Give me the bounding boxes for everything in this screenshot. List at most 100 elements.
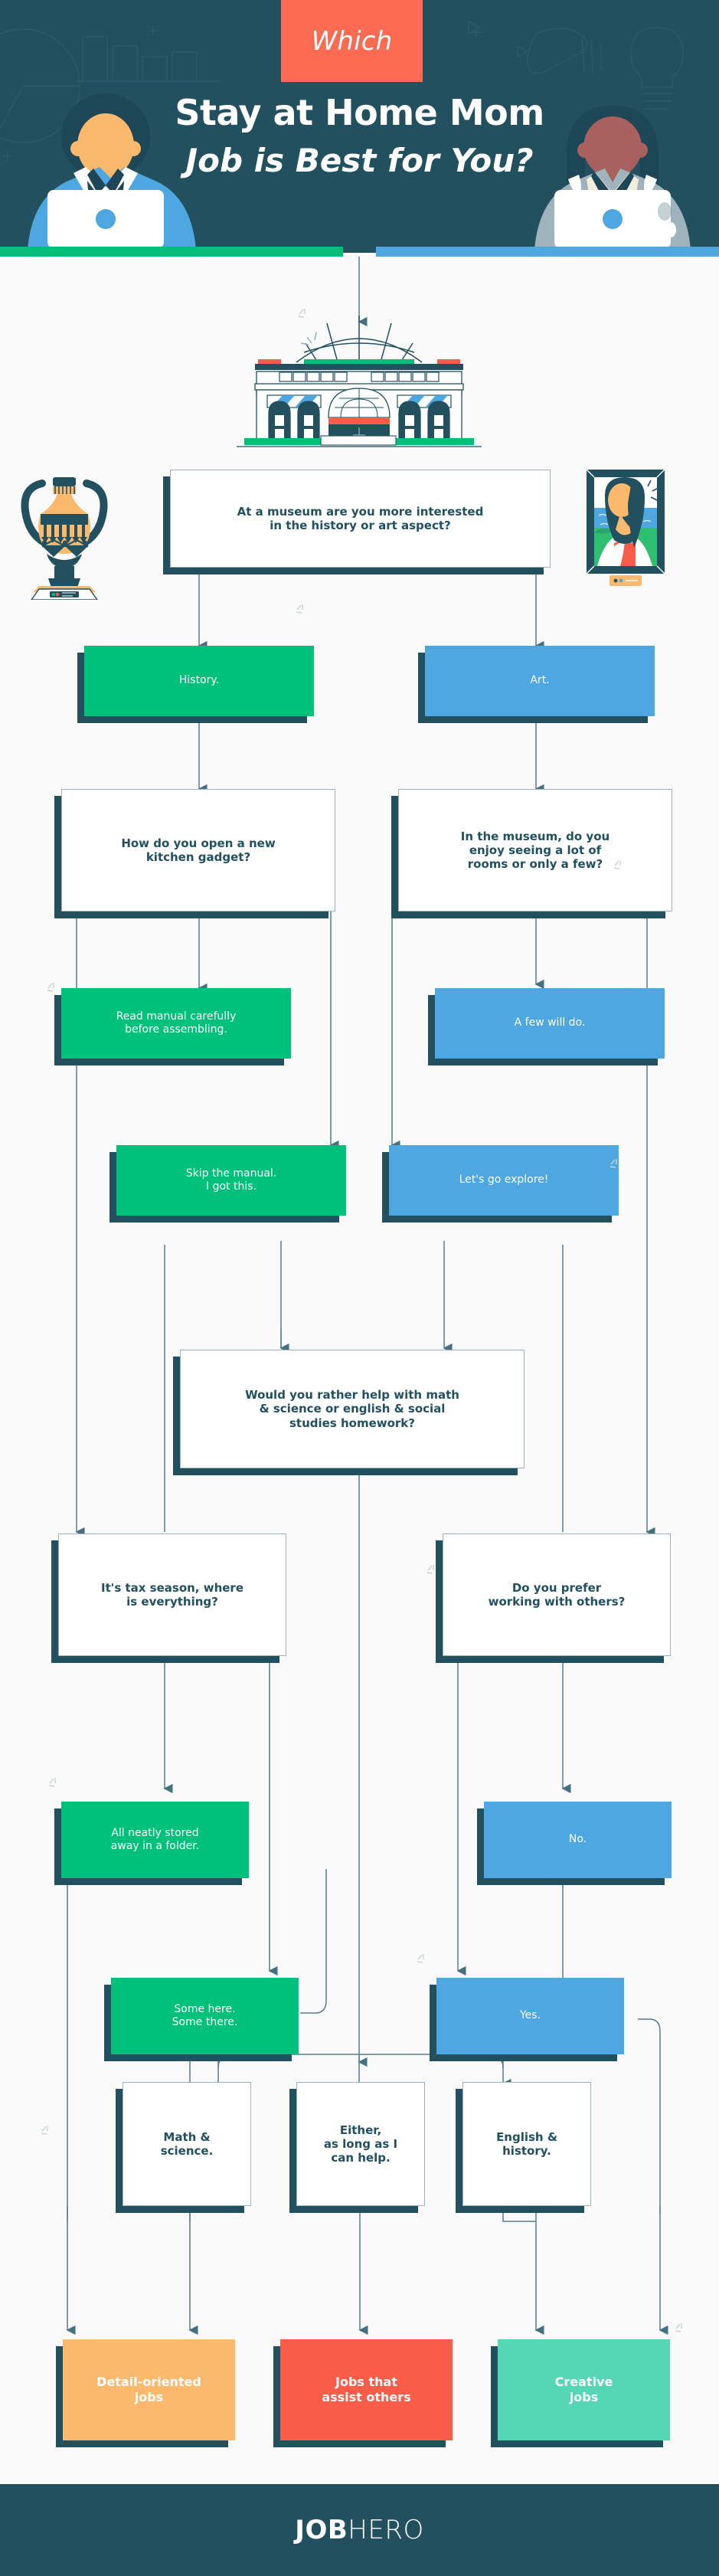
question-node-homework[interactable]: Would you rather help with math & scienc… bbox=[173, 1350, 525, 1475]
answer-node-art[interactable]: Art. bbox=[418, 646, 655, 723]
sparkle-icon bbox=[426, 1565, 434, 1574]
node-face: Some here. Some there. bbox=[111, 1978, 299, 2054]
logo-light-part: HERO bbox=[348, 2515, 424, 2545]
header-banner: Which Stay at Home Mom Job is Best for Y… bbox=[0, 0, 719, 253]
answer-node-skip-manual[interactable]: Skip the manual. I got this. bbox=[109, 1145, 346, 1223]
node-face: Yes. bbox=[436, 1978, 624, 2054]
result-node-creative-jobs[interactable]: Creative jobs bbox=[491, 2339, 670, 2447]
a2a-line-2: before assembling. bbox=[125, 1023, 227, 1036]
q6-line-1: Do you prefer bbox=[511, 1580, 602, 1595]
q7-line-2: science. bbox=[160, 2144, 214, 2158]
sparkle-icon bbox=[298, 309, 306, 318]
logo-bold-part: JOB bbox=[295, 2515, 348, 2545]
a5a-line-2: away in a folder. bbox=[110, 1840, 200, 1852]
sparkle-icon bbox=[675, 2323, 682, 2332]
question-node-tax-season[interactable]: It's tax season, where is everything? bbox=[51, 1533, 286, 1663]
answer-node-a-few-will-do[interactable]: A few will do. bbox=[428, 988, 665, 1065]
node-face: History. bbox=[84, 646, 314, 716]
a2a-line-1: Read manual carefully bbox=[116, 1010, 237, 1023]
node-face: In the museum, do you enjoy seeing a lot… bbox=[398, 789, 672, 912]
footer-bar: JOBHERO bbox=[0, 2484, 719, 2576]
q4-line-1: Would you rather help with math bbox=[245, 1388, 459, 1403]
question-node-kitchen-gadget[interactable]: How do you open a new kitchen gadget? bbox=[54, 789, 335, 918]
answer-node-lets-go-explore[interactable]: Let's go explore! bbox=[382, 1145, 619, 1223]
question-node-working-with-others[interactable]: Do you prefer working with others? bbox=[436, 1533, 671, 1663]
sparkle-icon bbox=[613, 860, 621, 869]
which-badge-label: Which bbox=[311, 25, 393, 57]
question-node-museum-rooms[interactable]: In the museum, do you enjoy seeing a lot… bbox=[391, 789, 672, 918]
node-face: Let's go explore! bbox=[389, 1145, 619, 1216]
infographic-page: Which Stay at Home Mom Job is Best for Y… bbox=[0, 0, 719, 2576]
museum-building-illustration bbox=[237, 316, 482, 447]
q8-line-1: Either, bbox=[339, 2123, 382, 2137]
node-face: No. bbox=[484, 1802, 672, 1878]
a2b-line-2: I got this. bbox=[206, 1180, 257, 1193]
node-face: At a museum are you more interested in t… bbox=[170, 470, 551, 568]
q2-line-2: kitchen gadget? bbox=[145, 850, 251, 864]
q3-line-1: In the museum, do you bbox=[460, 829, 610, 843]
q6-line-2: working with others? bbox=[488, 1595, 626, 1609]
q3-line-3: rooms or only a few? bbox=[467, 857, 603, 872]
a5b-line-2: Some there. bbox=[172, 2016, 238, 2028]
sparkle-icon bbox=[417, 1954, 424, 1963]
answer-node-math-science[interactable]: Math & science. bbox=[116, 2082, 251, 2213]
q9-line-2: history. bbox=[502, 2144, 551, 2158]
answer-node-english-history[interactable]: English & history. bbox=[456, 2082, 591, 2213]
q7-line-1: Math & bbox=[163, 2129, 211, 2144]
which-badge: Which bbox=[281, 0, 423, 82]
greek-vase-illustration bbox=[21, 477, 108, 600]
node-face: How do you open a new kitchen gadget? bbox=[61, 789, 335, 912]
r2-line-2: assist others bbox=[322, 2390, 411, 2404]
desk-bar-green bbox=[0, 247, 343, 257]
a5a-line-1: All neatly stored bbox=[111, 1826, 199, 1839]
framed-portrait-painting-illustration bbox=[586, 469, 665, 586]
result-node-detail-oriented-jobs[interactable]: Detail-oriented jobs bbox=[56, 2339, 235, 2447]
node-face: Detail-oriented jobs bbox=[63, 2339, 235, 2440]
node-face: Creative jobs bbox=[498, 2339, 670, 2440]
answer-node-read-manual[interactable]: Read manual carefully before assembling. bbox=[54, 988, 291, 1065]
node-face: Art. bbox=[425, 646, 655, 716]
node-face: Read manual carefully before assembling. bbox=[61, 988, 291, 1059]
node-face: Would you rather help with math & scienc… bbox=[180, 1350, 525, 1468]
r1-line-1: Detail-oriented bbox=[96, 2375, 201, 2390]
node-face: Jobs that assist others bbox=[280, 2339, 453, 2440]
node-face: English & history. bbox=[462, 2082, 591, 2206]
node-face: Math & science. bbox=[123, 2082, 251, 2206]
node-face: Skip the manual. I got this. bbox=[116, 1145, 346, 1216]
node-face: Either, as long as I can help. bbox=[296, 2082, 425, 2206]
r3-line-1: Creative bbox=[554, 2375, 613, 2390]
sparkle-icon bbox=[47, 983, 54, 992]
question-node-q1[interactable]: At a museum are you more interested in t… bbox=[163, 470, 551, 574]
page-subtitle: Job is Best for You? bbox=[185, 142, 534, 179]
a2b-line-1: Skip the manual. bbox=[185, 1167, 277, 1180]
node-face: All neatly stored away in a folder. bbox=[61, 1802, 249, 1878]
sparkle-icon bbox=[610, 1159, 617, 1168]
desk-bar-blue bbox=[376, 247, 719, 257]
q8-line-3: can help. bbox=[331, 2151, 391, 2165]
q8-line-2: as long as I bbox=[323, 2136, 398, 2151]
q9-line-1: English & bbox=[496, 2129, 557, 2144]
answer-node-some-here-some-there[interactable]: Some here. Some there. bbox=[104, 1978, 299, 2061]
q1-line-1: At a museum are you more interested bbox=[237, 504, 484, 519]
node-face: It's tax season, where is everything? bbox=[58, 1533, 286, 1656]
a5b-line-1: Some here. bbox=[174, 2002, 236, 2015]
answer-node-yes[interactable]: Yes. bbox=[430, 1978, 624, 2061]
node-face: Do you prefer working with others? bbox=[443, 1533, 671, 1656]
answer-node-no[interactable]: No. bbox=[477, 1802, 672, 1885]
q4-line-3: studies homework? bbox=[289, 1416, 415, 1430]
sparkle-icon bbox=[41, 2126, 48, 2135]
q5-line-1: It's tax season, where bbox=[100, 1580, 244, 1595]
jobhero-logo[interactable]: JOBHERO bbox=[295, 2515, 423, 2545]
q3-line-2: enjoy seeing a lot of bbox=[469, 843, 602, 857]
answer-node-history[interactable]: History. bbox=[77, 646, 314, 723]
q4-line-2: & science or english & social bbox=[259, 1402, 446, 1416]
answer-node-either[interactable]: Either, as long as I can help. bbox=[289, 2082, 425, 2213]
node-face: A few will do. bbox=[435, 988, 665, 1059]
q2-line-1: How do you open a new bbox=[121, 836, 276, 850]
sparkle-icon bbox=[48, 1778, 56, 1787]
page-title: Stay at Home Mom bbox=[175, 92, 544, 133]
sparkle-icon bbox=[296, 604, 303, 614]
answer-node-neatly-stored[interactable]: All neatly stored away in a folder. bbox=[54, 1802, 249, 1885]
result-node-jobs-that-assist-others[interactable]: Jobs that assist others bbox=[273, 2339, 453, 2447]
q5-line-2: is everything? bbox=[126, 1595, 218, 1609]
